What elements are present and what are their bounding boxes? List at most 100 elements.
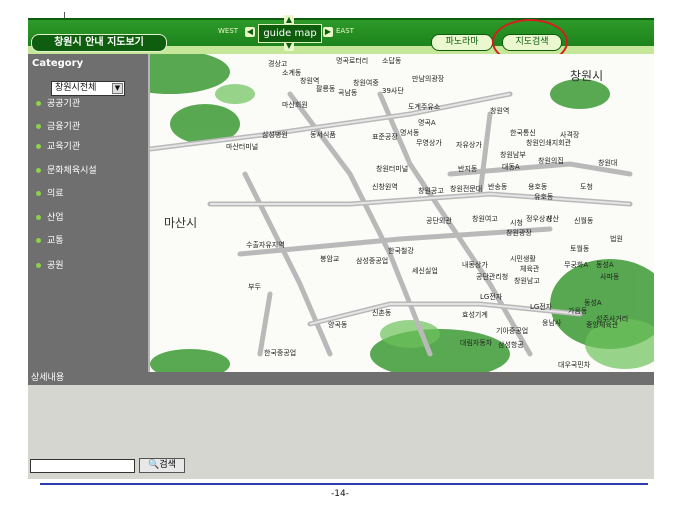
map-label[interactable]: 명곡로터리 bbox=[336, 56, 368, 66]
map-label[interactable]: 무궁화A bbox=[564, 260, 588, 270]
right-arrow-icon[interactable]: ▶ bbox=[323, 27, 333, 37]
map-label[interactable]: 창원남고 bbox=[514, 276, 540, 286]
category-sidebar: Category 창원시전체 ▼ 공공기관 금융기관 교육기관 문화체육시설 의… bbox=[28, 54, 150, 372]
bullet-icon bbox=[36, 124, 41, 129]
map-label[interactable]: 한국중공업 bbox=[264, 348, 296, 358]
map-label[interactable]: 도청 bbox=[580, 182, 593, 192]
map-label[interactable]: 무영상가 bbox=[416, 138, 442, 148]
search-icon: 🔍 bbox=[148, 460, 160, 470]
map-label[interactable]: 창원여고 bbox=[472, 214, 498, 224]
map-label[interactable]: 창원남부 bbox=[500, 150, 526, 160]
map-roads bbox=[150, 54, 654, 372]
map-label[interactable]: 신창원역 bbox=[372, 182, 398, 192]
map-label[interactable]: 대우국민차 bbox=[558, 360, 590, 370]
panorama-button[interactable]: 파노라마 bbox=[431, 34, 493, 51]
map-label[interactable]: 기아중공업 bbox=[496, 326, 528, 336]
map-label[interactable]: 반송동 bbox=[488, 182, 507, 192]
site-title: 창원시 안내 지도보기 bbox=[31, 34, 167, 52]
page-number: -14- bbox=[331, 489, 349, 499]
map-label[interactable]: 신월동 bbox=[574, 216, 593, 226]
map-label[interactable]: 삼성항공 bbox=[498, 340, 524, 350]
search-input[interactable] bbox=[30, 459, 135, 473]
map-label[interactable]: 삼성중공업 bbox=[356, 256, 388, 266]
map-label[interactable]: 용호동 bbox=[528, 182, 547, 192]
map-label[interactable]: 신촌동 bbox=[372, 308, 391, 318]
bullet-icon bbox=[36, 191, 41, 196]
category-item[interactable]: 금융기관 bbox=[36, 120, 80, 134]
map-label[interactable]: 동성A bbox=[596, 260, 614, 270]
map-label[interactable]: 창원광장 bbox=[506, 228, 532, 238]
map-label[interactable]: 창원터미널 bbox=[376, 164, 408, 174]
bullet-icon bbox=[36, 168, 41, 173]
map-label[interactable]: 수출자유지역 bbox=[246, 240, 285, 250]
map-label[interactable]: 만남의광장 bbox=[412, 74, 444, 84]
map-label[interactable]: 반지동 bbox=[458, 164, 477, 174]
map-label[interactable]: 성주사거리 bbox=[596, 314, 628, 324]
map-label[interactable]: 39사단 bbox=[382, 86, 404, 96]
map-label[interactable]: 소답동 bbox=[382, 56, 401, 66]
map-label[interactable]: LG전자 bbox=[530, 302, 552, 312]
map-label[interactable]: 창원인쇄지회관 bbox=[526, 138, 571, 148]
map-label[interactable]: 시민생활 bbox=[510, 254, 536, 264]
map-label[interactable]: 동성A bbox=[584, 298, 602, 308]
guide-map-button[interactable]: guide map bbox=[258, 24, 322, 43]
category-item[interactable]: 산업 bbox=[36, 211, 64, 225]
map-label[interactable]: 내동상가 bbox=[462, 260, 488, 270]
map-label[interactable]: 공단관리청 bbox=[476, 272, 508, 282]
category-item[interactable]: 공원 bbox=[36, 259, 64, 273]
map-label[interactable]: 공단외관 bbox=[426, 216, 452, 226]
category-item[interactable]: 교육기관 bbox=[36, 140, 80, 154]
map-label[interactable]: 삼성병원 bbox=[262, 130, 288, 140]
map-label[interactable]: 창원역 bbox=[490, 106, 509, 116]
map-label[interactable]: 창원의집 bbox=[538, 156, 564, 166]
map-label[interactable]: 시청 bbox=[510, 218, 523, 228]
category-select-value: 창원시전체 bbox=[55, 83, 97, 93]
category-item[interactable]: 공공기관 bbox=[36, 97, 80, 111]
map-label[interactable]: 효성기계 bbox=[462, 310, 488, 320]
map-label[interactable]: 소계동 bbox=[282, 68, 301, 78]
category-select[interactable]: 창원시전체 ▼ bbox=[51, 81, 125, 96]
map-label[interactable]: 표준공장 bbox=[372, 132, 398, 142]
map-label[interactable]: 대림자동차 bbox=[460, 338, 492, 348]
map-label[interactable]: 곡남동 bbox=[338, 88, 357, 98]
category-item[interactable]: 의료 bbox=[36, 187, 64, 201]
map-label[interactable]: 명곡A bbox=[418, 118, 436, 128]
category-item[interactable]: 교통 bbox=[36, 234, 64, 248]
search-button[interactable]: 🔍검색 bbox=[139, 458, 185, 473]
map-label[interactable]: 웅남사 bbox=[542, 318, 561, 328]
map-label[interactable]: 한국통신 bbox=[510, 128, 536, 138]
map-label[interactable]: 토월동 bbox=[570, 244, 589, 254]
map-label[interactable]: 자유상가 bbox=[456, 140, 482, 150]
map-label[interactable]: 한국철강 bbox=[388, 246, 414, 256]
map-label[interactable]: 봉암교 bbox=[320, 254, 339, 264]
map-label[interactable]: 창원전문대 bbox=[450, 184, 482, 194]
west-label: WEST bbox=[218, 27, 239, 35]
map-label[interactable]: 사파동 bbox=[600, 272, 619, 282]
map-label[interactable]: 부두 bbox=[248, 282, 261, 292]
map-label[interactable]: 마산회원 bbox=[282, 100, 308, 110]
map-label[interactable]: 체육관 bbox=[520, 264, 539, 274]
bullet-icon bbox=[36, 101, 41, 106]
left-arrow-icon[interactable]: ◀ bbox=[245, 27, 255, 37]
map-label[interactable]: 법원 bbox=[610, 234, 623, 244]
map-label[interactable]: 명서동 bbox=[400, 128, 419, 138]
map-label[interactable]: 성산 bbox=[546, 214, 559, 224]
map-label[interactable]: LG전자 bbox=[480, 292, 502, 302]
map-label[interactable]: 유호동 bbox=[534, 192, 553, 202]
map-label[interactable]: 동서식품 bbox=[310, 130, 336, 140]
dropdown-arrow-icon[interactable]: ▼ bbox=[112, 83, 123, 94]
map-label[interactable]: 양곡동 bbox=[328, 320, 347, 330]
map-label[interactable]: 창원공고 bbox=[418, 186, 444, 196]
map-label[interactable]: 팔룡동 bbox=[316, 84, 335, 94]
map-label[interactable]: 마산터미널 bbox=[226, 142, 258, 152]
city-label-changwon: 창원시 bbox=[570, 69, 604, 83]
map-label[interactable]: 도계주유소 bbox=[408, 102, 440, 112]
map-label[interactable]: 대동A bbox=[502, 162, 520, 172]
city-map[interactable]: 창원시 마산시 경상고 소계동 창원역 명곡로터리 소답동 팔룡동 창원여중 만남의광장 곡남동… bbox=[150, 54, 654, 372]
bullet-icon bbox=[36, 263, 41, 268]
map-label[interactable]: 세신실업 bbox=[412, 266, 438, 276]
category-item[interactable]: 문화체육시설 bbox=[36, 164, 97, 178]
map-label[interactable]: 창원대 bbox=[598, 158, 617, 168]
east-label: EAST bbox=[336, 27, 354, 35]
map-label[interactable]: 창원여중 bbox=[353, 78, 379, 88]
